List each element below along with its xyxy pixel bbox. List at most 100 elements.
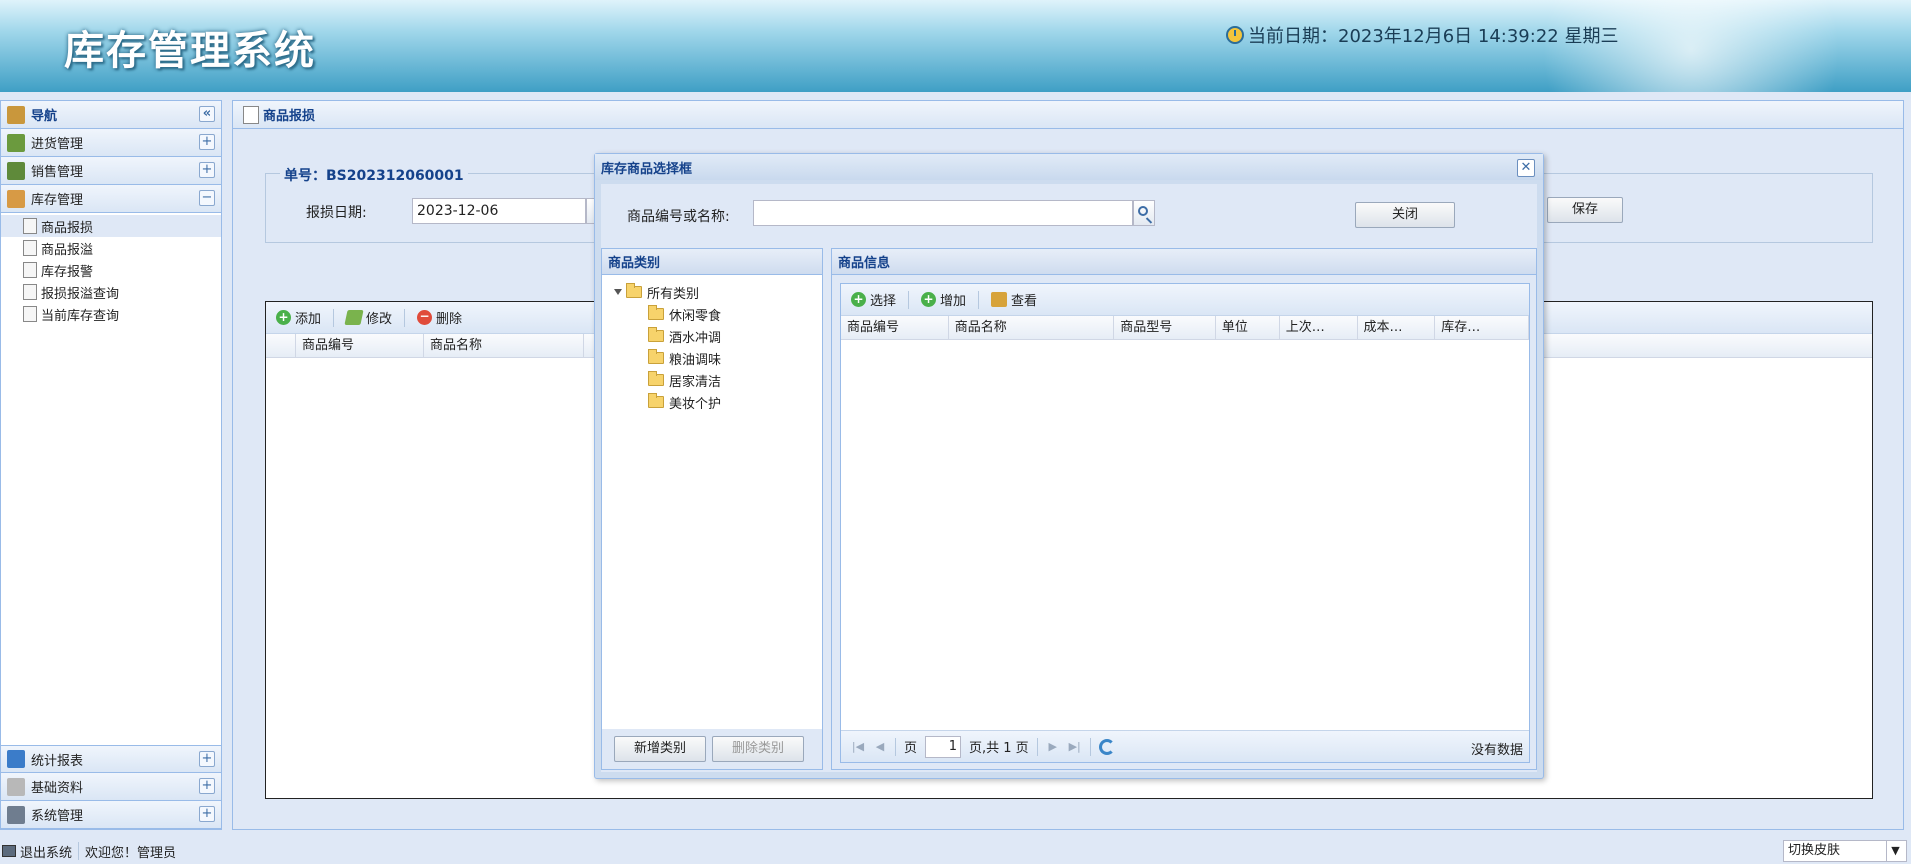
computer-icon	[2, 845, 16, 857]
dialog-title: 库存商品选择框	[601, 161, 693, 177]
search-label: 商品编号或名称:	[627, 209, 730, 225]
collapse-icon[interactable]: −	[199, 190, 215, 206]
dialog-close-icon[interactable]: ✕	[1517, 159, 1535, 177]
page-number-input[interactable]: 1	[925, 735, 962, 758]
sidebar-item-report-query[interactable]: 报损报溢查询	[1, 281, 221, 303]
tree-node-category[interactable]: 休闲零食	[602, 303, 822, 325]
folder-icon	[648, 305, 664, 320]
delete-category-button[interactable]: 删除类别	[712, 736, 804, 762]
refresh-icon[interactable]	[1098, 738, 1115, 755]
sidebar-section-basic-data[interactable]: 基础资料 +	[1, 773, 221, 801]
folder-icon	[648, 371, 664, 386]
chevron-down-icon[interactable]: ▼	[1886, 841, 1904, 861]
column-header[interactable]: 商品编号	[841, 316, 949, 339]
select-button[interactable]: + 选择	[847, 290, 900, 309]
app-header: 库存管理系统 当前日期：2023年12月6日 14:39:22 星期三	[0, 0, 1911, 92]
search-input[interactable]	[753, 200, 1133, 226]
folder-icon	[648, 349, 664, 364]
prev-page-icon[interactable]: ◀	[873, 740, 887, 754]
sidebar-section-system[interactable]: 系统管理 +	[1, 801, 221, 829]
next-page-icon[interactable]: ▶	[1046, 740, 1060, 754]
sidebar-bottom-sections: 统计报表 + 基础资料 + 系统管理 +	[1, 745, 221, 829]
database-icon	[23, 306, 37, 322]
last-page-icon[interactable]: ▶|	[1068, 740, 1082, 754]
tree-node-label: 所有类别	[647, 286, 700, 302]
document-icon	[23, 240, 37, 256]
product-toolbar: + 选择 + 增加 查看	[841, 284, 1529, 316]
expand-arrow-icon[interactable]	[614, 289, 622, 295]
add-product-button[interactable]: + 增加	[917, 290, 970, 309]
column-header[interactable]: 商品编号	[296, 334, 424, 357]
welcome-text: 欢迎您！管理员	[85, 845, 177, 861]
toolbar-separator	[1036, 737, 1038, 756]
column-header[interactable]: 库存…	[1435, 316, 1530, 339]
toolbar-separator	[908, 290, 910, 309]
nav-header: 导航 «	[1, 101, 221, 129]
page-prefix: 页	[904, 741, 918, 756]
add-category-button[interactable]: 新增类别	[614, 736, 706, 762]
add-icon: +	[276, 310, 291, 325]
tree-node-category[interactable]: 粮油调味	[602, 347, 822, 369]
sidebar-section-sales[interactable]: 销售管理 +	[1, 157, 221, 185]
tree-node-category[interactable]: 美妆个护	[602, 391, 822, 413]
delete-button[interactable]: − 删除	[413, 308, 466, 327]
expand-icon[interactable]: +	[199, 134, 215, 150]
expand-icon[interactable]: +	[199, 806, 215, 822]
sidebar-item-current-stock[interactable]: 当前库存查询	[1, 303, 221, 325]
logout-link[interactable]: 退出系统	[20, 842, 72, 861]
tree-node-label: 粮油调味	[669, 352, 722, 368]
sidebar-item-label: 商品报损	[41, 220, 94, 236]
column-header[interactable]: 成本…	[1358, 316, 1436, 339]
first-page-icon[interactable]: |◀	[851, 740, 865, 754]
collapse-sidebar-icon[interactable]: «	[199, 106, 215, 122]
pager-status: 没有数据	[1470, 743, 1523, 758]
dialog-title-bar[interactable]: 库存商品选择框	[595, 154, 1543, 180]
product-info-panel: 商品信息 + 选择 + 增加 查看 商品编号 商品名称 商品型号 单位 上次… …	[831, 248, 1537, 770]
search-icon	[1138, 206, 1148, 216]
column-header[interactable]: 商品名称	[424, 334, 584, 357]
sidebar: 导航 « 进货管理 + 销售管理 + 库存管理 − 商品报损 商品报溢 库存报警…	[0, 100, 222, 830]
column-header[interactable]: 上次…	[1280, 316, 1358, 339]
edit-button[interactable]: 修改	[342, 308, 396, 327]
skin-select[interactable]: 切换皮肤 ▼	[1783, 840, 1907, 862]
sidebar-section-inventory[interactable]: 库存管理 −	[1, 185, 221, 213]
inventory-folder-icon	[7, 189, 25, 208]
sidebar-item-overflow-report[interactable]: 商品报溢	[1, 237, 221, 259]
basic-data-icon	[7, 777, 25, 796]
close-button[interactable]: 关闭	[1355, 202, 1455, 228]
add-button[interactable]: + 添加	[272, 308, 325, 327]
column-header[interactable]: 商品型号	[1114, 316, 1216, 339]
save-button[interactable]: 保存	[1547, 197, 1623, 223]
sidebar-item-stock-alarm[interactable]: 库存报警	[1, 259, 221, 281]
sidebar-section-reports[interactable]: 统计报表 +	[1, 745, 221, 773]
search-button[interactable]	[1133, 200, 1155, 226]
document-icon	[23, 218, 37, 234]
sidebar-item-label: 报损报溢查询	[41, 286, 120, 302]
expand-icon[interactable]: +	[199, 751, 215, 767]
date-field[interactable]: 2023-12-06	[412, 198, 586, 224]
sidebar-section-label: 库存管理	[31, 193, 84, 208]
sidebar-section-label: 进货管理	[31, 137, 84, 152]
tree-node-category[interactable]: 酒水冲调	[602, 325, 822, 347]
current-date-text: 当前日期：2023年12月6日 14:39:22 星期三	[1248, 26, 1619, 47]
column-header[interactable]: 单位	[1216, 316, 1280, 339]
document-icon	[243, 105, 259, 124]
delete-icon: −	[417, 310, 433, 325]
date-label: 报损日期:	[306, 205, 367, 221]
view-button[interactable]: 查看	[987, 290, 1041, 309]
folder-icon	[648, 327, 664, 342]
view-button-label: 查看	[1011, 294, 1038, 309]
expand-icon[interactable]: +	[199, 162, 215, 178]
sidebar-item-damage-report[interactable]: 商品报损	[1, 215, 221, 237]
tree-node-label: 美妆个护	[669, 396, 722, 412]
order-number: 单号：BS202312060001	[280, 165, 468, 185]
column-header[interactable]: 商品名称	[949, 316, 1115, 339]
page-total: 页,共 1 页	[969, 741, 1029, 756]
add-icon: +	[921, 292, 937, 307]
purchase-icon	[7, 133, 25, 152]
expand-icon[interactable]: +	[199, 778, 215, 794]
tree-node-category[interactable]: 居家清洁	[602, 369, 822, 391]
tree-node-root[interactable]: 所有类别	[602, 281, 822, 303]
sidebar-section-purchase[interactable]: 进货管理 +	[1, 129, 221, 157]
sidebar-section-label: 统计报表	[31, 753, 84, 769]
